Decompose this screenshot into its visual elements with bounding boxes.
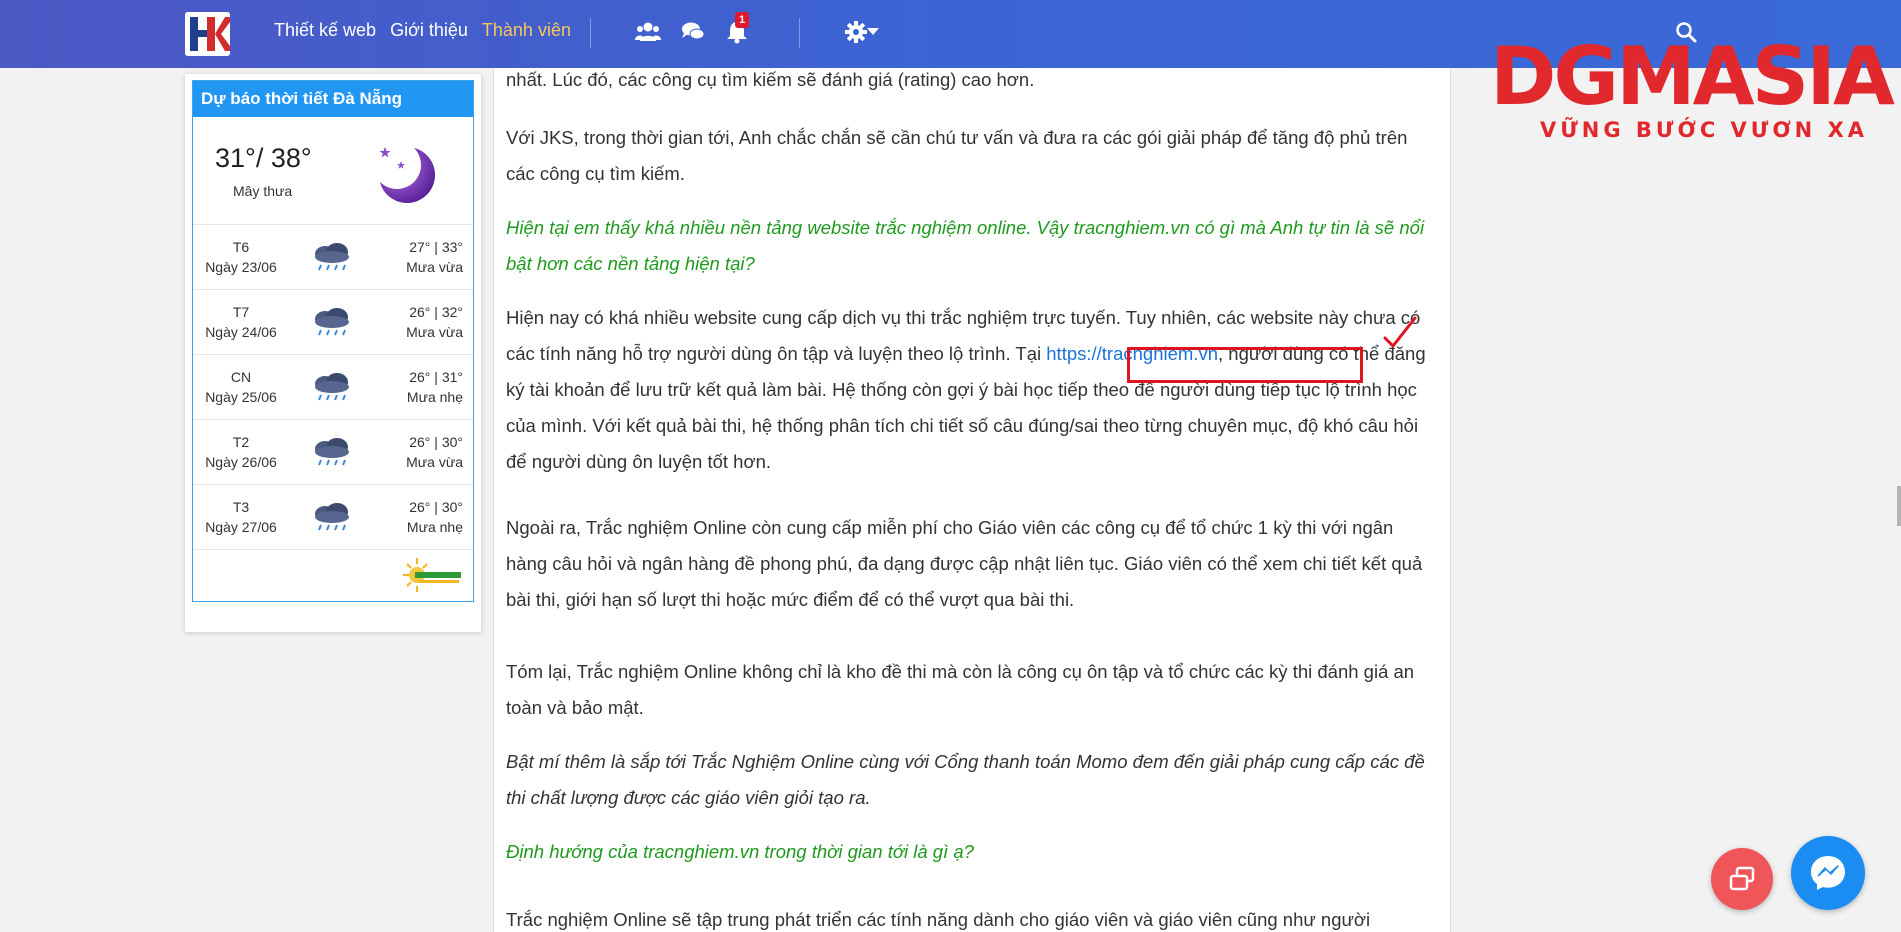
weather-widget: Dự báo thời tiết Đà Nẵng 31°/ 38° Mây th… (185, 74, 481, 632)
messenger-icon (1811, 856, 1845, 890)
forecast-temperature: 26° | 32° (409, 304, 463, 320)
dgmasia-logo: DGMASIA VỮNG BƯỚC VƯƠN XA (1490, 10, 1895, 150)
nav-link-about[interactable]: Giới thiệu (390, 20, 468, 41)
rain-cloud-icon (315, 503, 349, 531)
checkmark-icon (1383, 316, 1417, 348)
article-paragraph: Ngoài ra, Trắc nghiệm Online còn cung cấ… (506, 517, 1423, 610)
article-paragraph: nhất. Lúc đó, các công cụ tìm kiếm sẽ đá… (506, 69, 1035, 90)
nav-link-web-design[interactable]: Thiết kế web (274, 20, 376, 41)
forecast-day: CN (230, 369, 252, 385)
rain-cloud-icon (315, 373, 349, 401)
forecast-date: Ngày 25/06 (205, 389, 277, 405)
rain-cloud-icon (315, 243, 349, 271)
article-paragraph: Với JKS, trong thời gian tới, Anh chắc c… (506, 127, 1408, 184)
messenger-button[interactable] (1791, 836, 1865, 910)
forecast-temperature: 26° | 30° (409, 499, 463, 515)
nav-link-members[interactable]: Thành viên (482, 20, 571, 41)
forecast-condition: Mưa vừa (406, 454, 463, 470)
forecast-row: T3 Ngày 27/06 26° | 30° Mưa nhẹ (193, 485, 473, 550)
rain-cloud-icon (315, 308, 349, 336)
chat-icon[interactable] (679, 18, 707, 46)
forecast-temperature: 26° | 30° (409, 434, 463, 450)
forecast-condition: Mưa vừa (406, 324, 463, 340)
notification-count-badge: 1 (735, 12, 750, 28)
weather-current: 31°/ 38° Mây thưa (193, 117, 473, 225)
multi-window-icon (1729, 866, 1755, 891)
forecast-condition: Mưa vừa (406, 259, 463, 275)
link-highlight-box (1127, 347, 1363, 383)
forecast-condition: Mưa nhẹ (406, 389, 463, 405)
article-paragraph: Hiện nay có khá nhiều website cung cấp d… (506, 300, 1436, 480)
moon-icon (373, 141, 435, 203)
forecast-date: Ngày 24/06 (205, 324, 277, 340)
site-logo[interactable] (185, 12, 230, 56)
scrollbar-thumb[interactable] (1897, 486, 1901, 526)
current-condition: Mây thưa (233, 183, 293, 199)
weather-widget-footer (193, 550, 473, 600)
forecast-temperature: 26° | 31° (409, 369, 463, 385)
article-paragraph: Bật mí thêm là sắp tới Trắc Nghiệm Onlin… (506, 751, 1425, 808)
forecast-row: T7 Ngày 24/06 26° | 32° Mưa vừa (193, 290, 473, 355)
current-temperature: 31°/ 38° (215, 143, 312, 173)
forecast-day: T3 (232, 499, 250, 515)
article-paragraph: Tóm lại, Trắc nghiệm Online không chỉ là… (506, 661, 1415, 718)
article-paragraph: Trắc nghiệm Online sẽ tập trung phát tri… (506, 909, 1371, 930)
brand-name: DGMASIA (1490, 30, 1895, 123)
forecast-row: T2 Ngày 26/06 26° | 30° Mưa vừa (193, 420, 473, 485)
hk-logo-icon (185, 12, 230, 56)
nav-divider (799, 18, 800, 48)
forecast-row: CN Ngày 25/06 26° | 31° Mưa nhẹ (193, 355, 473, 420)
forecast-temperature: 27° | 33° (409, 239, 463, 255)
bell-icon[interactable]: 1 (723, 12, 751, 46)
weather-provider-logo[interactable] (401, 556, 463, 594)
nav-divider (590, 18, 591, 48)
forecast-day: T6 (232, 239, 250, 255)
forecast-date: Ngày 23/06 (205, 259, 277, 275)
forecast-date: Ngày 27/06 (205, 519, 277, 535)
multi-window-button[interactable] (1711, 848, 1773, 910)
weather-panel: Dự báo thời tiết Đà Nẵng 31°/ 38° Mây th… (192, 80, 474, 602)
weather-title: Dự báo thời tiết Đà Nẵng (193, 81, 473, 117)
brand-slogan: VỮNG BƯỚC VƯƠN XA (1540, 118, 1869, 142)
forecast-row: T6 Ngày 23/06 27° | 33° Mưa vừa (193, 225, 473, 290)
interview-question: Hiện tại em thấy khá nhiều nền tảng webs… (506, 217, 1425, 274)
users-icon[interactable] (634, 18, 662, 46)
forecast-date: Ngày 26/06 (205, 454, 277, 470)
caret-down-icon[interactable] (864, 18, 882, 46)
forecast-day: T7 (232, 304, 250, 320)
main-nav: Thiết kế web Giới thiệu Thành viên (274, 20, 571, 41)
forecast-day: T2 (232, 434, 250, 450)
forecast-condition: Mưa nhẹ (406, 519, 463, 535)
interview-question: Định hướng của tracnghiem.vn trong thời … (506, 841, 974, 862)
rain-cloud-icon (315, 438, 349, 466)
article-content: nhất. Lúc đó, các công cụ tìm kiếm sẽ đá… (493, 68, 1451, 932)
